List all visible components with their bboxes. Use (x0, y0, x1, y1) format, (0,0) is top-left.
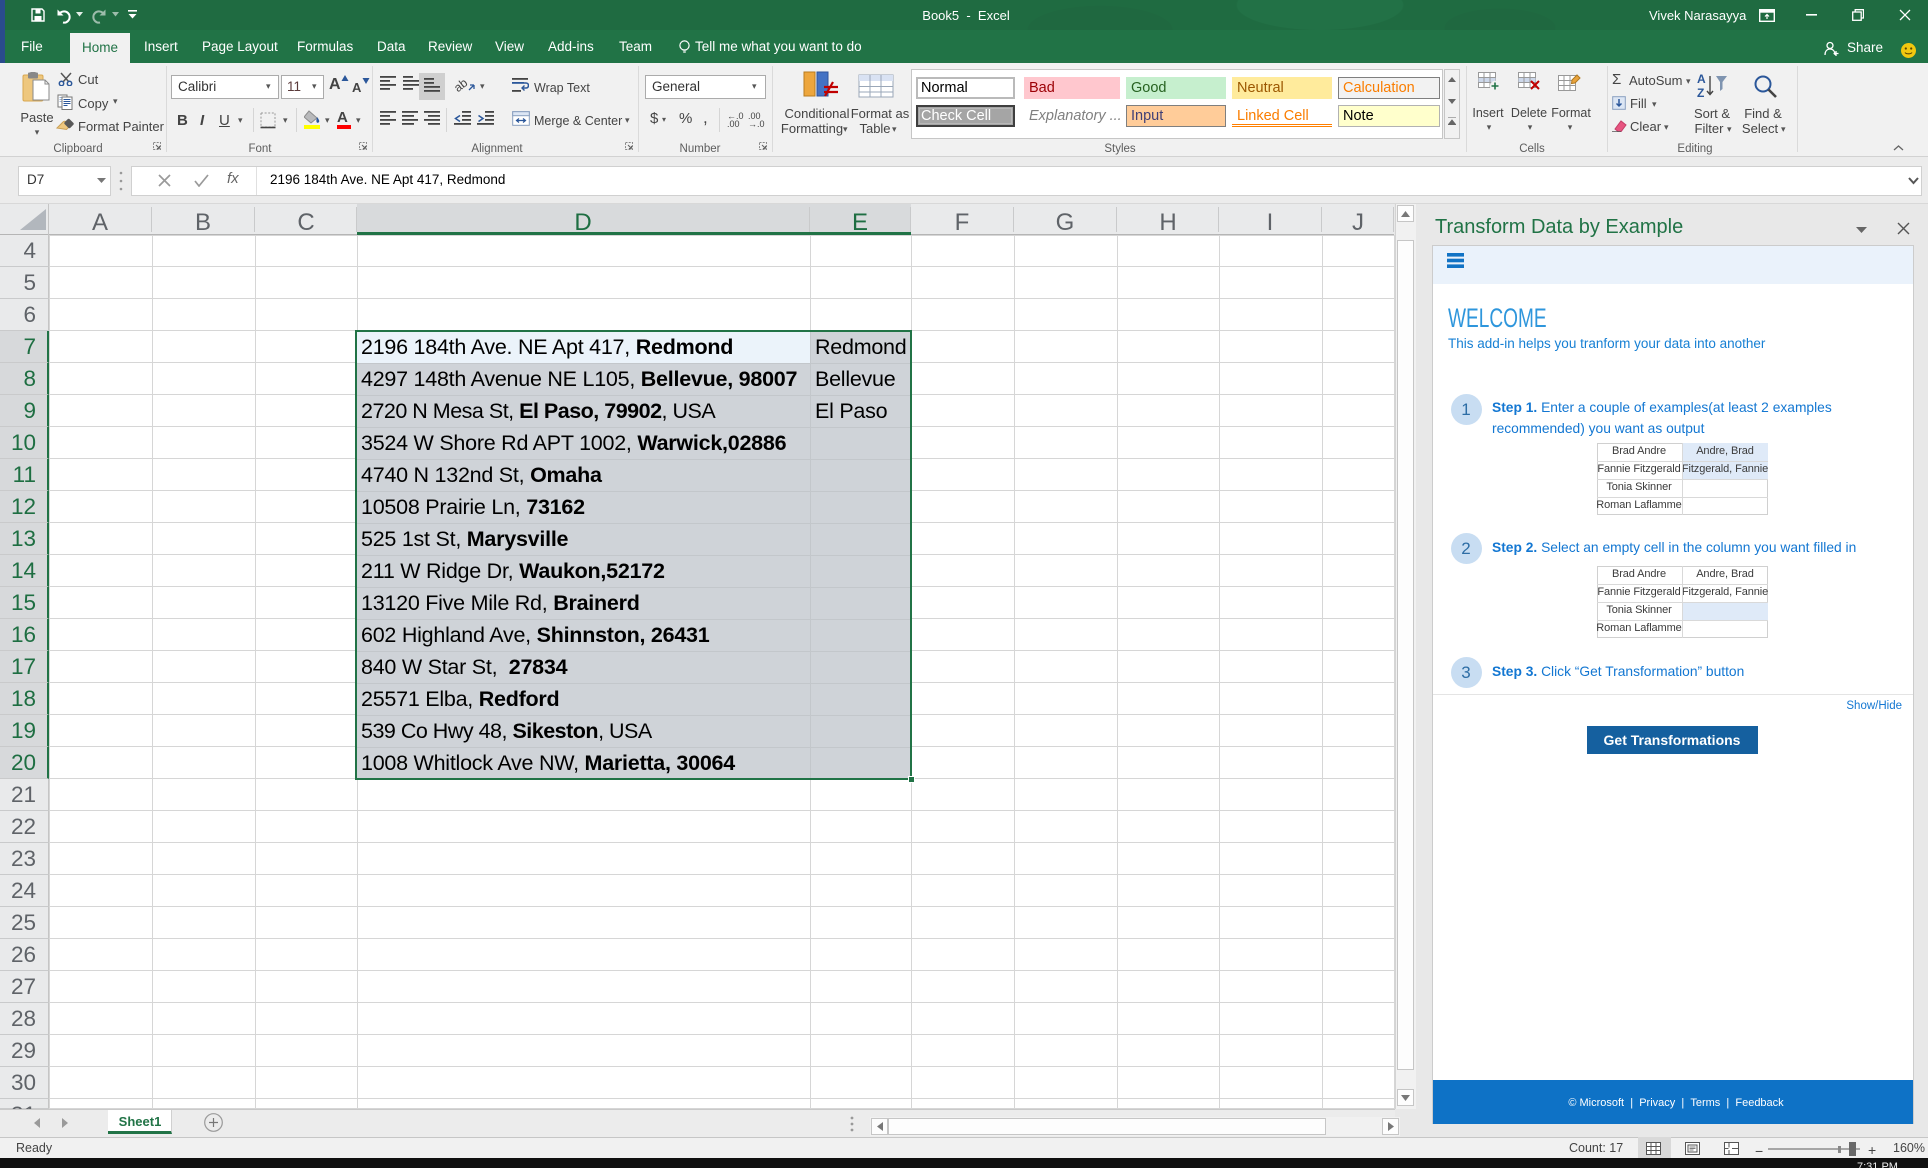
svg-text:.00: .00 (727, 119, 740, 127)
svg-text:→.0: →.0 (748, 119, 765, 127)
svg-text:Z: Z (1697, 86, 1704, 100)
svg-text:A: A (1697, 72, 1706, 86)
svg-text:ab: ab (455, 76, 471, 95)
svg-text:,: , (703, 110, 708, 126)
